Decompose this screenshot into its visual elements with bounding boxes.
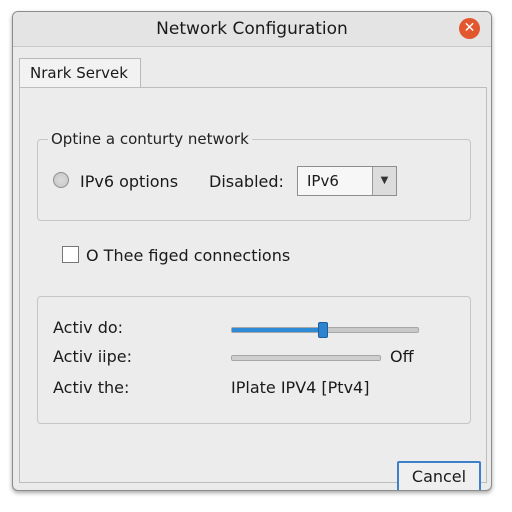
title-bar: Network Configuration ✕ [13,12,491,47]
ip-version-select-value: IPv6 [307,172,339,190]
activ-iipe-toggle[interactable] [231,355,381,361]
toggle-state-text: Off [390,347,414,366]
ipv6-options-radio[interactable] [53,172,69,188]
activ-do-slider[interactable] [231,322,419,338]
fixed-connections-label: O Thee figed connections [86,246,291,265]
slider-fill [232,328,324,332]
group-label: Optine a conturty network [48,130,252,148]
tab-panel: Optine a conturty network IPv6 options D… [19,87,487,483]
tab-server[interactable]: Nrark Servek [19,58,141,88]
activ-iipe-label: Activ iipe: [53,347,133,366]
slider-thumb[interactable] [318,322,329,338]
ip-value-text: IPlate IPV4 [Ptv4] [231,378,370,397]
ip-version-select[interactable]: IPv6 ▼ [297,166,397,196]
window-title: Network Configuration [156,19,348,39]
activ-the-label: Activ the: [53,378,130,397]
close-icon[interactable]: ✕ [459,18,480,39]
chevron-down-icon[interactable]: ▼ [372,167,396,195]
activity-settings-group: Activ do: Activ iipe: Off Activ the: IPl… [37,296,471,424]
fixed-connections-checkbox[interactable] [62,246,79,263]
network-options-group: Optine a conturty network IPv6 options D… [37,130,471,221]
network-config-window: Network Configuration ✕ Nrark Servek Opt… [12,11,492,491]
disabled-label: Disabled: [209,172,284,191]
ipv6-options-label: IPv6 options [80,172,179,191]
cancel-button[interactable]: Cancel [397,461,481,490]
activ-do-label: Activ do: [53,318,124,337]
